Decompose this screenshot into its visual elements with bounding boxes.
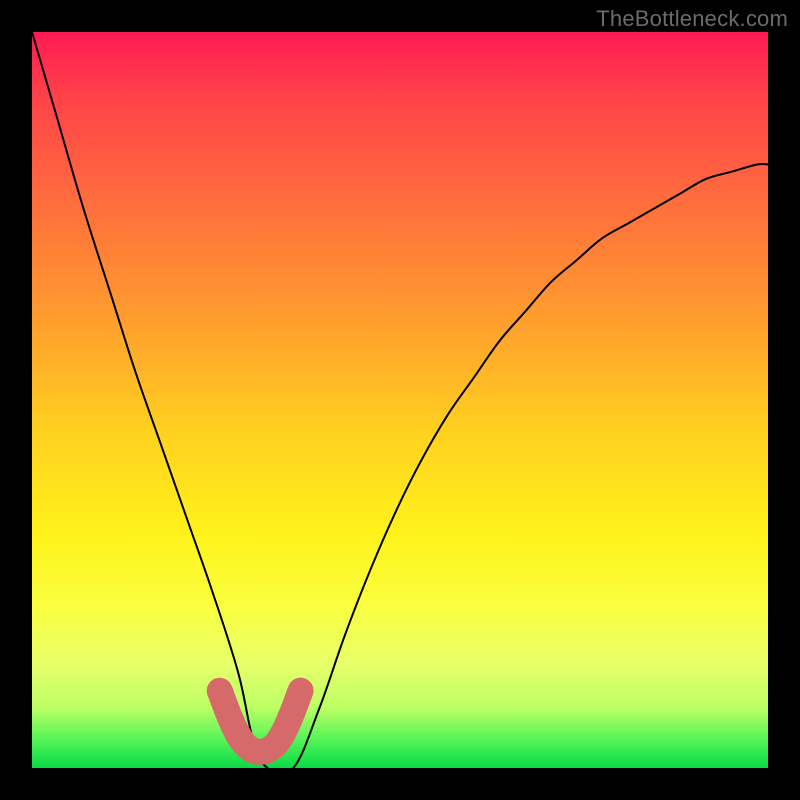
watermark-text: TheBottleneck.com: [596, 6, 788, 32]
chart-svg: [32, 32, 768, 768]
bottleneck-curve: [32, 32, 768, 774]
chart-frame: TheBottleneck.com: [0, 0, 800, 800]
bottleneck-highlight: [220, 691, 301, 752]
plot-area: [32, 32, 768, 768]
